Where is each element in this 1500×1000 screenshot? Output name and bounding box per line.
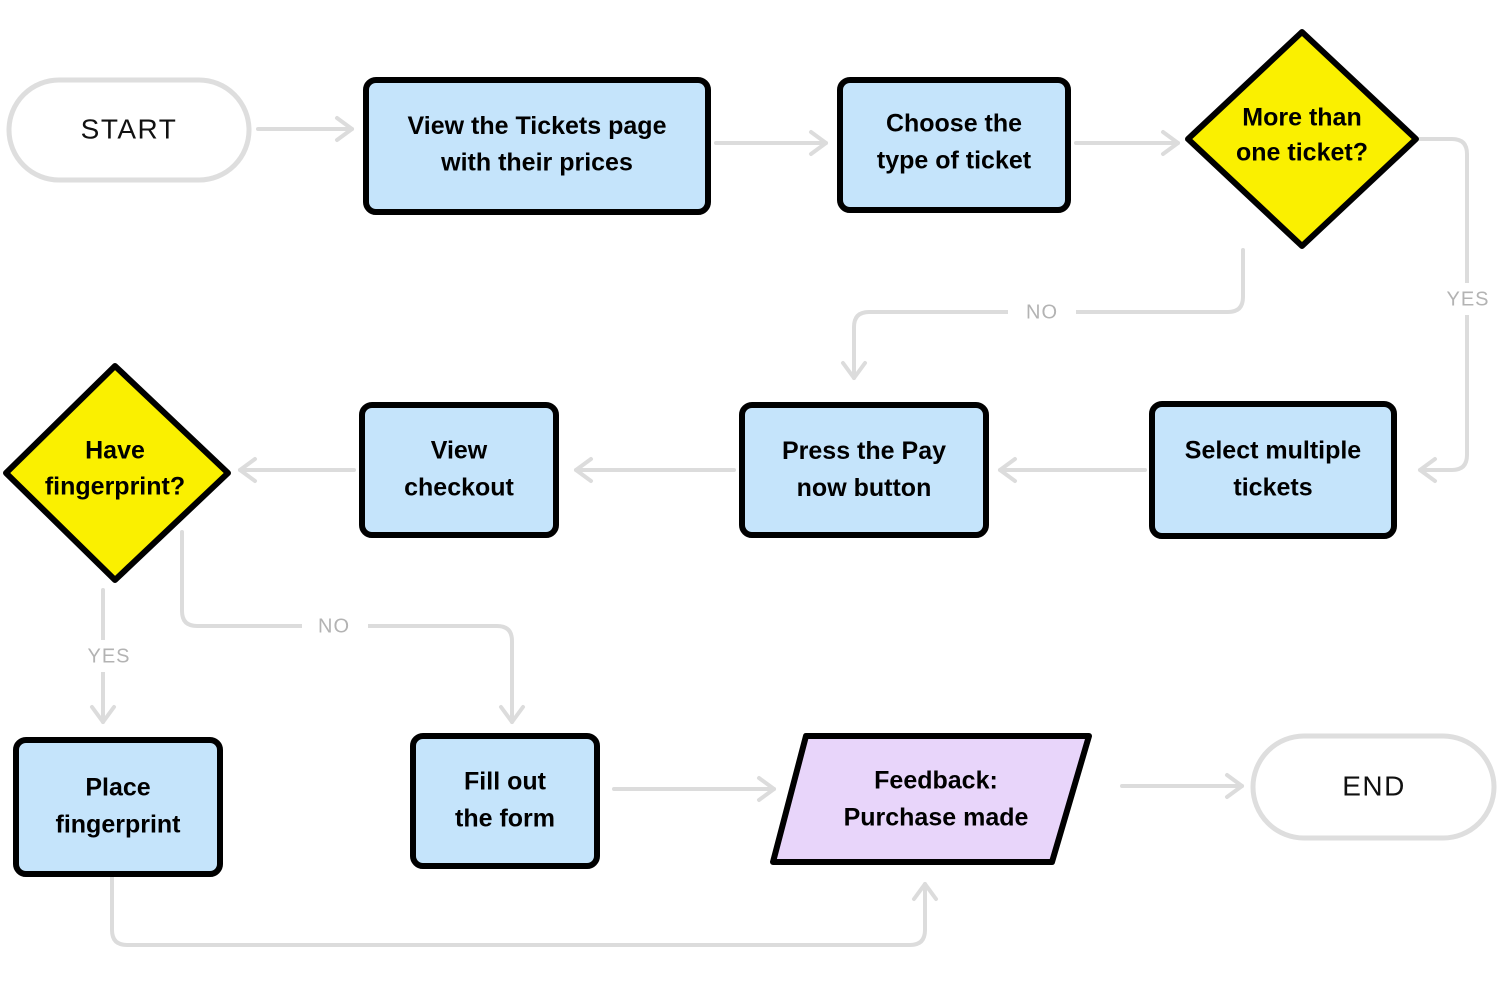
connector-select-multiple-to-press-pay	[998, 457, 1147, 483]
edge-label-have-fingerprint-no: NO	[318, 615, 350, 637]
edge-label-more-than-one-yes: YES	[1446, 288, 1489, 310]
select-multiple-tickets-shape[interactable]	[1149, 401, 1397, 539]
place-fingerprint-shape[interactable]	[13, 737, 223, 877]
node-end[interactable]: END	[1250, 733, 1497, 841]
connector-press-pay-to-view-checkout	[574, 457, 736, 483]
edge-label-more-than-one-no: NO	[1026, 301, 1058, 323]
connector-fill-form-to-feedback	[612, 776, 776, 802]
connector-view-tickets-to-choose-type	[714, 130, 828, 156]
node-select-multiple-tickets[interactable]: Select multiple tickets	[1149, 401, 1397, 539]
node-fill-out-the-form[interactable]: Fill out the form	[410, 733, 600, 869]
edge-label-have-fingerprint-yes: YES	[87, 645, 130, 667]
view-checkout-shape[interactable]	[359, 402, 559, 538]
flowchart-svg: NO YES YES NO START View the Tickets pag…	[3, 29, 1500, 947]
view-tickets-page-shape[interactable]	[363, 77, 711, 215]
node-feedback-purchase-made[interactable]: Feedback: Purchase made	[770, 733, 1092, 865]
node-choose-type-of-ticket[interactable]: Choose the type of ticket	[837, 77, 1071, 213]
press-pay-now-button-shape[interactable]	[739, 402, 989, 538]
have-fingerprint-shape[interactable]	[3, 363, 231, 583]
node-start[interactable]: START	[6, 77, 252, 183]
feedback-purchase-made-shape[interactable]	[770, 733, 1092, 865]
connector-place-fingerprint-to-feedback	[110, 874, 938, 947]
node-press-pay-now-button[interactable]: Press the Pay now button	[739, 402, 989, 538]
node-view-tickets-page[interactable]: View the Tickets page with their prices	[363, 77, 711, 215]
connector-feedback-to-end	[1120, 773, 1244, 799]
connector-choose-type-to-decision	[1074, 130, 1180, 156]
connector-start-to-view-tickets	[256, 116, 354, 142]
node-more-than-one-ticket-decision[interactable]: More than one ticket?	[1185, 29, 1419, 249]
more-than-one-ticket-shape[interactable]	[1185, 29, 1419, 249]
choose-type-of-ticket-shape[interactable]	[837, 77, 1071, 213]
node-view-checkout[interactable]: View checkout	[359, 402, 559, 538]
flowchart-canvas: NO YES YES NO START View the Tickets pag…	[0, 0, 1500, 1000]
end-label: END	[1342, 770, 1406, 801]
node-place-fingerprint[interactable]: Place fingerprint	[13, 737, 223, 877]
connector-view-checkout-to-have-fingerprint	[238, 457, 356, 483]
fill-out-the-form-shape[interactable]	[410, 733, 600, 869]
node-have-fingerprint-decision[interactable]: Have fingerprint?	[3, 363, 231, 583]
start-label: START	[81, 113, 178, 144]
